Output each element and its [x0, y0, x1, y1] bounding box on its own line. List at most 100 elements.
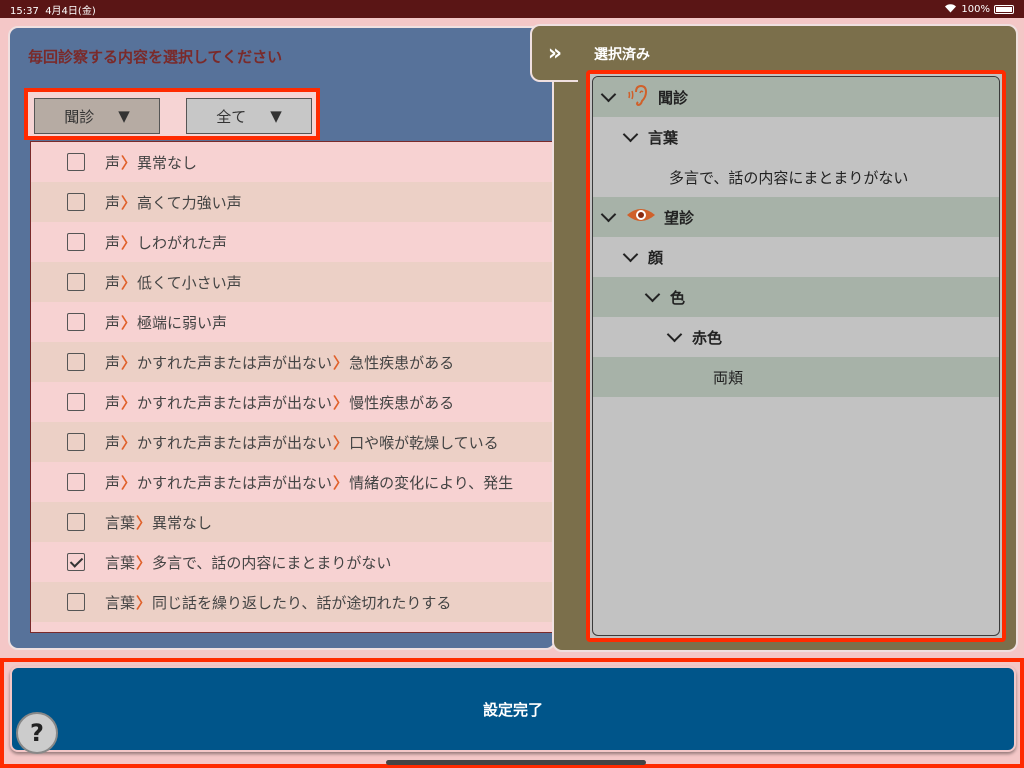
tree-node-label: 聞診: [658, 88, 689, 107]
chevron-down-icon[interactable]: [622, 246, 639, 262]
chevron-down-icon[interactable]: [600, 86, 617, 102]
selected-panel: 選択済み 聞診言葉 多言で、話の内容にまとまりがない望診顔色赤色 両頬: [552, 24, 1018, 652]
list-item[interactable]: 声〉異常なし: [31, 142, 552, 182]
collapse-panel-button[interactable]: »: [530, 24, 578, 82]
item-path-segment: かすれた声または声が出ない: [137, 393, 333, 412]
done-button[interactable]: 設定完了: [10, 666, 1016, 752]
category-select[interactable]: 聞診 ▼: [34, 98, 160, 134]
tree-node-label: 望診: [664, 208, 695, 227]
bottom-bar: 設定完了 ?: [0, 658, 1024, 768]
status-right: 100%: [944, 3, 1014, 16]
item-checkbox[interactable]: [67, 393, 85, 411]
item-path-segment: 声: [105, 393, 121, 412]
item-path-segment: 言葉: [105, 513, 136, 532]
list-item[interactable]: 声〉極端に弱い声: [31, 302, 552, 342]
item-path-segment: 同じ話を繰り返したり、話が途切れたりする: [152, 593, 452, 612]
chevron-right-icon: 〉: [121, 153, 137, 172]
item-path-segment: 異常なし: [152, 513, 213, 532]
item-checkbox[interactable]: [67, 593, 85, 611]
item-path-segment: 声: [105, 193, 121, 212]
status-time: 15:37 4月4日(金): [10, 5, 96, 17]
item-path-segment: 慢性疾患がある: [349, 393, 455, 412]
list-item[interactable]: 声〉しわがれた声: [31, 222, 552, 262]
item-path-segment: 情緒の変化により、発生: [349, 473, 514, 492]
item-checkbox[interactable]: [67, 193, 85, 211]
tree-node[interactable]: 顔: [593, 237, 999, 277]
chevron-right-icon: 〉: [121, 193, 137, 212]
item-checkbox[interactable]: [67, 233, 85, 251]
item-checkbox[interactable]: [67, 473, 85, 491]
item-checkbox[interactable]: [67, 273, 85, 291]
item-path-segment: 声: [105, 313, 121, 332]
tree-node[interactable]: 赤色: [593, 317, 999, 357]
item-path-segment: 異常なし: [137, 153, 198, 172]
chevron-right-icon: 〉: [136, 553, 152, 572]
chevron-right-icon: 〉: [136, 593, 152, 612]
help-button[interactable]: ?: [16, 712, 58, 754]
item-path-segment: 極端に弱い声: [137, 313, 228, 332]
item-path-segment: 口や喉が乾燥している: [349, 433, 499, 452]
selected-title: 選択済み: [594, 47, 650, 63]
item-checkbox[interactable]: [67, 313, 85, 331]
dropdown-arrow-icon: ▼: [270, 107, 282, 125]
chevron-right-icon: 〉: [121, 233, 137, 252]
ear-icon: [626, 84, 650, 111]
chevron-right-icon: 〉: [121, 433, 137, 452]
selected-tree[interactable]: 聞診言葉 多言で、話の内容にまとまりがない望診顔色赤色 両頬: [592, 76, 1000, 636]
tree-node[interactable]: 色: [593, 277, 999, 317]
chevron-right-icon: 〉: [333, 473, 349, 492]
item-path-segment: しわがれた声: [137, 233, 228, 252]
item-checkbox[interactable]: [67, 353, 85, 371]
list-item[interactable]: 言葉〉異常なし: [31, 502, 552, 542]
list-item[interactable]: 声〉かすれた声または声が出ない〉口や喉が乾燥している: [31, 422, 552, 462]
item-checkbox[interactable]: [67, 153, 85, 171]
tree-node[interactable]: 多言で、話の内容にまとまりがない: [593, 157, 999, 197]
item-path-segment: 声: [105, 233, 121, 252]
item-path-segment: 言葉: [105, 593, 136, 612]
chevron-right-icon: 〉: [121, 273, 137, 292]
dropdown-arrow-icon: ▼: [118, 107, 130, 125]
tree-node[interactable]: 言葉: [593, 117, 999, 157]
chevron-right-icon: 〉: [121, 353, 137, 372]
home-indicator: [386, 760, 646, 765]
item-checkbox[interactable]: [67, 553, 85, 571]
item-path-segment: かすれた声または声が出ない: [137, 433, 333, 452]
chevron-right-icon: 〉: [121, 473, 137, 492]
list-item[interactable]: 声〉かすれた声または声が出ない〉慢性疾患がある: [31, 382, 552, 422]
wifi-icon: [944, 3, 957, 16]
list-item[interactable]: 声〉高くて力強い声: [31, 182, 552, 222]
subcategory-select-value: 全て: [216, 107, 247, 126]
item-path-segment: 声: [105, 353, 121, 372]
list-item[interactable]: 声〉低くて小さい声: [31, 262, 552, 302]
list-item[interactable]: 声〉かすれた声または声が出ない〉急性疾患がある: [31, 342, 552, 382]
item-path-segment: かすれた声または声が出ない: [137, 353, 333, 372]
category-select-value: 聞診: [64, 107, 95, 126]
item-checkbox[interactable]: [67, 433, 85, 451]
item-path-segment: かすれた声または声が出ない: [137, 473, 333, 492]
item-list[interactable]: 声〉異常なし声〉高くて力強い声声〉しわがれた声声〉低くて小さい声声〉極端に弱い声…: [30, 141, 552, 633]
chevron-down-icon[interactable]: [666, 326, 683, 342]
item-path-segment: 声: [105, 153, 121, 172]
item-checkbox[interactable]: [67, 513, 85, 531]
chevron-right-icon: 〉: [333, 393, 349, 412]
item-selection-panel: 毎回診察する内容を選択してください 聞診 ▼ 全て ▼ 声〉異常なし声〉高くて力…: [8, 26, 556, 650]
subcategory-select[interactable]: 全て ▼: [186, 98, 312, 134]
battery-label: 100%: [961, 3, 990, 15]
list-item[interactable]: 声〉かすれた声または声が出ない〉情緒の変化により、発生: [31, 462, 552, 502]
list-item[interactable]: 言葉〉同じ話を繰り返したり、話が途切れたりする: [31, 582, 552, 622]
item-path-segment: 声: [105, 273, 121, 292]
chevron-right-icon: 〉: [136, 513, 152, 532]
tree-node[interactable]: 両頬: [593, 357, 999, 397]
item-path-segment: 多言で、話の内容にまとまりがない: [152, 553, 392, 572]
tree-node[interactable]: 聞診: [593, 77, 999, 117]
list-item[interactable]: 言葉〉多言で、話の内容にまとまりがない: [31, 542, 552, 582]
tree-node[interactable]: 望診: [593, 197, 999, 237]
item-path-segment: 言葉: [105, 553, 136, 572]
battery-icon: [994, 4, 1014, 14]
chevron-down-icon[interactable]: [600, 206, 617, 222]
tree-node-label: 顔: [648, 248, 664, 267]
chevron-down-icon[interactable]: [644, 286, 661, 302]
item-path-segment: 声: [105, 433, 121, 452]
chevron-down-icon[interactable]: [622, 126, 639, 142]
page-title: 毎回診察する内容を選択してください: [28, 48, 283, 66]
